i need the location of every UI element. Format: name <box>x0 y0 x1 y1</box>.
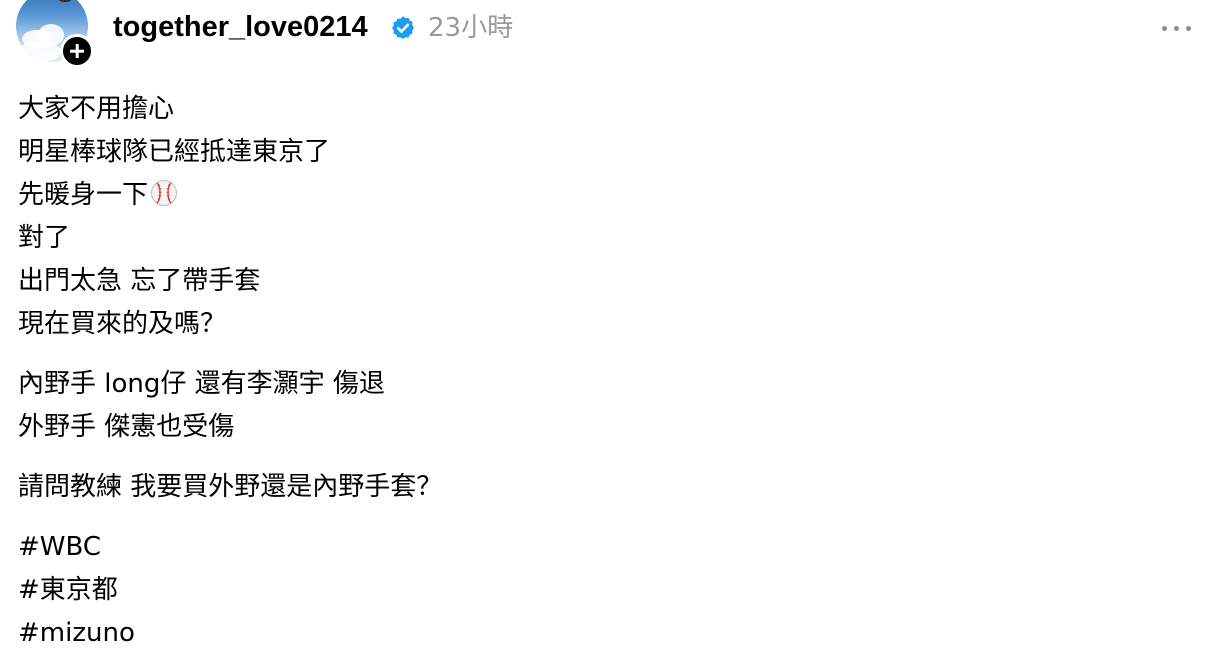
avatar-container[interactable] <box>16 0 94 68</box>
more-options-button[interactable] <box>1160 16 1194 40</box>
username[interactable]: together_love0214 <box>113 9 368 45</box>
post-text-line: 對了 <box>18 223 71 253</box>
post-text-line: 現在買來的及嗎？ <box>18 309 227 339</box>
post-text-line: 內野手 long仔 還有李灝宇 傷退 <box>18 369 385 399</box>
post-text-line: 明星棒球隊已經抵達東京了 <box>18 137 331 167</box>
post-text: 先暖身一下 <box>18 180 149 210</box>
post-text-line: 大家不用擔心 <box>18 94 175 124</box>
baseball-emoji-icon <box>151 180 178 206</box>
post-text-line: 出門太急 忘了帶手套 <box>18 266 261 296</box>
more-options-icon <box>1174 26 1179 31</box>
post-body: 大家不用擔心 明星棒球隊已經抵達東京了 先暖身一下 對了 出門太急 忘了帶手套 … <box>18 88 1198 655</box>
post-header: together_love0214 23小時 <box>0 0 1226 68</box>
post-text-line: 先暖身一下 <box>18 174 1198 217</box>
post-timestamp[interactable]: 23小時 <box>428 11 513 45</box>
post-text-line: 請問教練 我要買外野還是內野手套？ <box>18 472 443 502</box>
follow-plus-button[interactable] <box>60 34 94 68</box>
post-text-line: 外野手 傑憲也受傷 <box>18 412 235 442</box>
avatar-cloud <box>16 42 62 62</box>
verified-badge-icon <box>391 16 415 40</box>
hashtag-wbc[interactable]: #WBC <box>18 526 1198 569</box>
avatar-figure <box>56 0 74 2</box>
more-options-icon <box>1186 26 1191 31</box>
hashtag-mizuno[interactable]: #mizuno <box>18 612 1198 655</box>
hashtag-tokyo[interactable]: #東京都 <box>18 569 1198 612</box>
post-card: together_love0214 23小時 大家不用擔心 明星棒球隊已經抵達東… <box>0 0 1226 660</box>
more-options-icon <box>1162 26 1167 31</box>
